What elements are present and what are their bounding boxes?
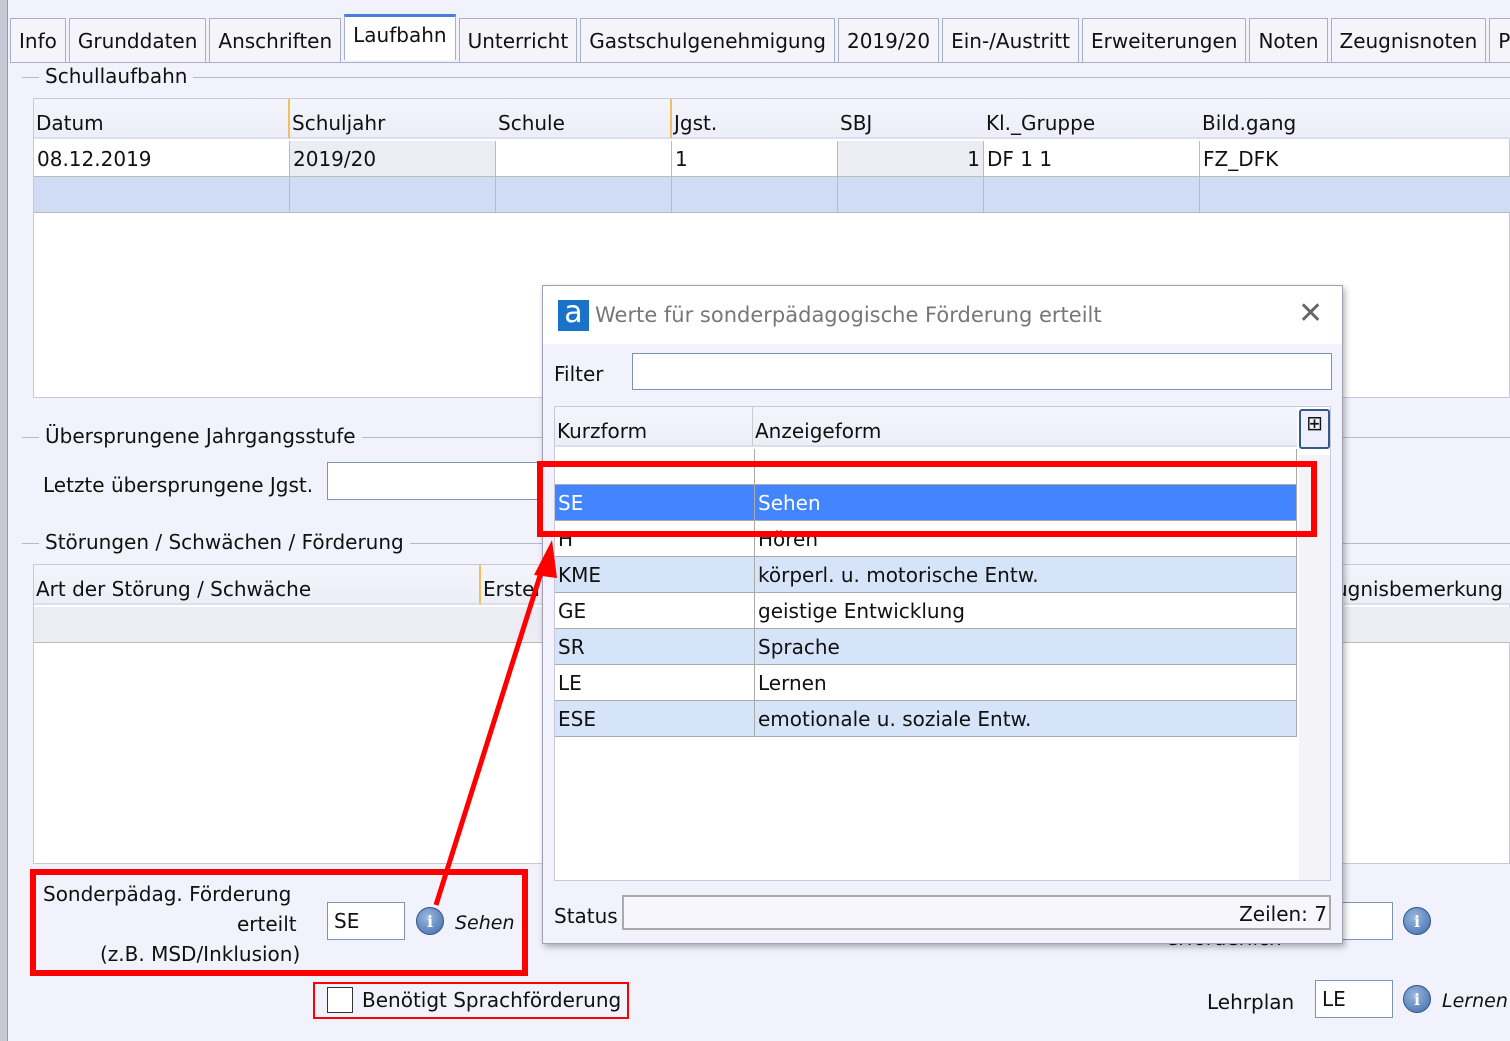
annotation-arrow [433,540,557,906]
